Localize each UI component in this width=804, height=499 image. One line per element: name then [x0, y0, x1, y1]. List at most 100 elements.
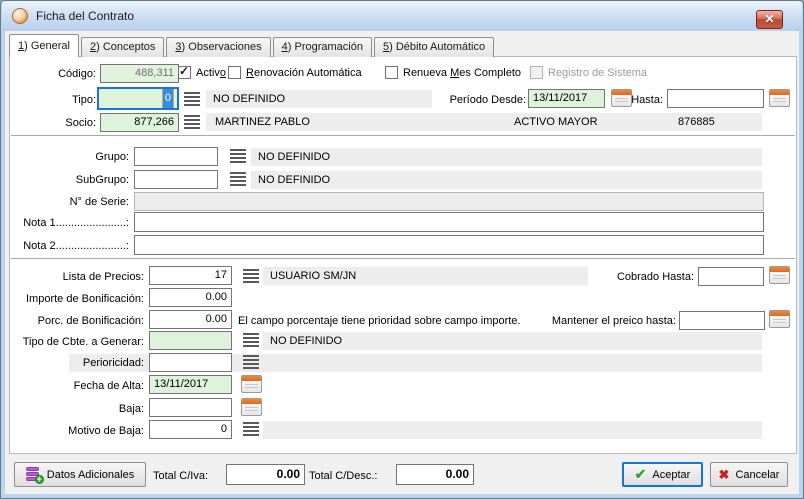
dialog-ficha-del-contrato: Ficha del Contrato ✕ 1) General 2) Conce… — [0, 0, 804, 499]
periodo-desde-label: Período Desde: — [421, 91, 526, 109]
tab-debito-automatico[interactable]: 5) Débito Automático — [374, 37, 494, 57]
socio-input[interactable]: 877,266 — [100, 113, 179, 132]
subgrupo-input[interactable] — [134, 170, 218, 189]
tab-programacion[interactable]: 4) Programación — [273, 37, 372, 57]
title-bar: Ficha del Contrato — [2, 1, 802, 31]
registro-checkbox-box — [530, 66, 543, 79]
cancelar-label: Cancelar — [735, 469, 779, 481]
cobrado-hasta-label: Cobrado Hasta: — [591, 268, 694, 286]
menu-icon — [243, 269, 259, 271]
grupo-input[interactable] — [134, 147, 218, 166]
importe-bonificacion-label: Importe de Bonificación: — [9, 290, 144, 308]
tipo-cbte-input[interactable] — [149, 331, 232, 350]
separator — [11, 258, 795, 260]
datos-adicionales-label: Datos Adicionales — [47, 469, 134, 481]
activo-checkbox[interactable]: Activo — [178, 66, 226, 79]
app-icon — [12, 8, 28, 24]
subgrupo-label: SubGrupo: — [9, 171, 129, 189]
motivo-baja-display — [263, 421, 762, 439]
menu-icon — [184, 115, 200, 117]
socio-name: MARTINEZ PABLO — [215, 113, 310, 131]
socio-lookup-button[interactable] — [182, 113, 202, 130]
renovacion-automatica-checkbox[interactable]: Renovación Automática — [228, 66, 362, 79]
lista-precios-input[interactable]: 17 — [149, 266, 232, 285]
perioricidad-lookup-button[interactable] — [241, 353, 261, 370]
tab-observaciones[interactable]: 3) Observaciones — [166, 37, 270, 57]
tipo-lookup-button[interactable] — [182, 90, 202, 107]
menu-icon — [243, 355, 259, 357]
tipo-cbte-display: NO DEFINIDO — [263, 332, 762, 350]
motivo-baja-lookup-button[interactable] — [241, 420, 261, 437]
serie-label: N° de Serie: — [9, 193, 129, 211]
hasta-calendar-icon[interactable] — [769, 89, 790, 107]
tab-general[interactable]: 1) General — [9, 34, 79, 57]
mantener-precio-calendar-icon[interactable] — [769, 310, 790, 328]
total-iva-field: 0.00 — [226, 464, 305, 485]
periodo-desde-input[interactable]: 13/11/2017 — [528, 89, 605, 108]
datos-adicionales-button[interactable]: Datos Adicionales — [14, 462, 146, 487]
registro-checkbox-label: Registro de Sistema — [548, 67, 647, 79]
menu-icon — [230, 149, 246, 151]
tipo-input[interactable]: 0 — [97, 87, 179, 110]
check-icon: ✔ — [635, 466, 647, 483]
porc-bonificacion-label: Porc. de Bonificación: — [9, 312, 144, 330]
tipo-display: NO DEFINIDO — [206, 90, 432, 108]
cobrado-hasta-calendar-icon[interactable] — [769, 266, 790, 284]
perioricidad-input[interactable] — [149, 353, 232, 372]
socio-numero: 876885 — [678, 113, 715, 131]
cobrado-hasta-input[interactable] — [698, 267, 764, 286]
socio-estado: ACTIVO MAYOR — [514, 113, 598, 131]
tipo-cbte-lookup-button[interactable] — [241, 331, 261, 348]
tipo-label: Tipo: — [9, 91, 96, 109]
grupo-label: Grupo: — [9, 148, 129, 166]
menu-icon — [184, 92, 200, 94]
registro-de-sistema-checkbox: Registro de Sistema — [530, 66, 647, 79]
baja-calendar-icon[interactable] — [241, 398, 262, 416]
total-iva-label: Total C/Iva: — [153, 467, 223, 485]
baja-label: Baja: — [9, 400, 144, 418]
mantener-precio-label: Mantener el preico hasta: — [546, 312, 676, 330]
baja-input[interactable] — [149, 398, 232, 417]
separator — [11, 135, 795, 137]
nota2-label: Nota 2.......................: — [9, 237, 129, 255]
porc-bonificacion-input[interactable]: 0.00 — [149, 310, 232, 329]
tipo-input-selected-text: 0 — [163, 89, 173, 108]
activo-checkbox-label: Activo — [196, 67, 226, 79]
socio-display: MARTINEZ PABLO ACTIVO MAYOR 876885 — [206, 113, 762, 131]
fecha-alta-calendar-icon[interactable] — [241, 375, 262, 393]
aceptar-button[interactable]: ✔ Aceptar — [622, 462, 703, 487]
menu-icon — [230, 172, 246, 174]
close-button[interactable]: ✕ — [756, 10, 783, 29]
renueva-checkbox-label: Renueva Mes Completo — [403, 67, 521, 79]
lista-precios-lookup-button[interactable] — [241, 267, 261, 284]
menu-icon — [243, 422, 259, 424]
nota1-input[interactable] — [134, 212, 764, 232]
importe-bonificacion-input[interactable]: 0.00 — [149, 288, 232, 307]
total-desc-field: 0.00 — [396, 464, 474, 485]
mantener-precio-input[interactable] — [679, 311, 765, 330]
lista-precios-label: Lista de Precios: — [9, 268, 144, 286]
tab-conceptos[interactable]: 2) Conceptos — [81, 37, 164, 57]
tipo-cbte-label: Tipo de Cbte. a Generar: — [9, 333, 144, 351]
renueva-checkbox-box — [385, 66, 398, 79]
renueva-mes-completo-checkbox[interactable]: Renueva Mes Completo — [385, 66, 521, 79]
lista-precios-display: USUARIO SM/JN — [263, 267, 588, 285]
nota1-label: Nota 1.......................: — [9, 214, 129, 232]
window-title: Ficha del Contrato — [36, 9, 134, 23]
database-plus-icon — [26, 467, 41, 482]
subgrupo-display: NO DEFINIDO — [251, 171, 762, 189]
aceptar-label: Aceptar — [652, 469, 690, 481]
grupo-display: NO DEFINIDO — [251, 148, 762, 166]
subgrupo-lookup-button[interactable] — [228, 170, 248, 187]
fecha-alta-label: Fecha de Alta: — [9, 377, 144, 395]
nota2-input[interactable] — [134, 235, 764, 255]
perioricidad-label: Perioricidad: — [9, 354, 144, 372]
total-desc-label: Total C/Desc.: — [309, 467, 391, 485]
grupo-lookup-button[interactable] — [228, 147, 248, 164]
porc-bonificacion-note: El campo porcentaje tiene prioridad sobr… — [238, 312, 520, 330]
renovacion-checkbox-box — [228, 66, 241, 79]
hasta-input[interactable] — [667, 89, 764, 108]
fecha-alta-input[interactable]: 13/11/2017 — [149, 375, 232, 394]
motivo-baja-input[interactable]: 0 — [149, 420, 232, 439]
cancelar-button[interactable]: ✖ Cancelar — [710, 462, 788, 487]
